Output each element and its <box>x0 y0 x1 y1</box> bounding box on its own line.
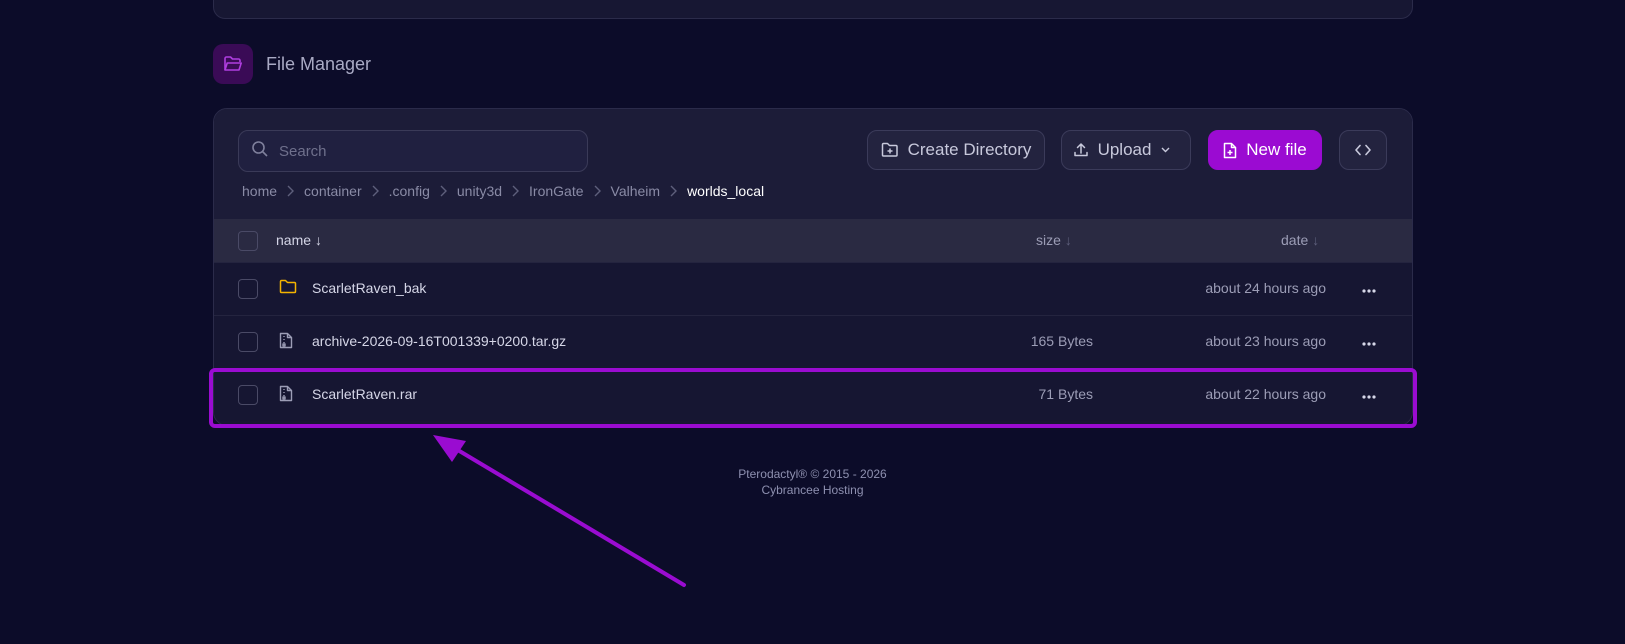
new-file-label: New file <box>1246 140 1307 159</box>
file-manager-panel: Create Directory Upload New file <box>213 108 1413 426</box>
toolbar: Create Directory Upload New file <box>214 109 1412 219</box>
footer-copyright[interactable]: Pterodactyl® © 2015 - 2026 <box>0 466 1625 482</box>
new-file-button[interactable]: New file <box>1208 130 1322 170</box>
folder-open-icon <box>213 44 253 84</box>
upload-button[interactable]: Upload <box>1061 130 1191 170</box>
file-size: 71 Bytes <box>1038 386 1093 402</box>
code-view-button[interactable] <box>1339 130 1387 170</box>
more-options-icon[interactable] <box>1362 386 1376 402</box>
select-all-checkbox[interactable] <box>238 231 258 251</box>
file-size: 165 Bytes <box>1030 333 1093 349</box>
table-row[interactable]: ScarletRaven.rar 71 Bytes about 22 hours… <box>214 368 1412 421</box>
chevron-down-icon <box>1161 147 1179 153</box>
chevron-right-icon <box>512 185 520 197</box>
folder-icon <box>279 279 297 297</box>
breadcrumb-item-home[interactable]: home <box>242 183 277 199</box>
more-options-icon[interactable] <box>1362 333 1376 349</box>
table-header: name ↓ size ↓ date ↓ <box>214 219 1412 262</box>
column-size-header[interactable]: size ↓ <box>1036 232 1072 248</box>
column-name-label: name <box>276 232 312 248</box>
section-header: File Manager <box>213 44 371 84</box>
file-name[interactable]: archive-2026-09-16T001339+0200.tar.gz <box>312 333 566 349</box>
breadcrumb: home container .config unity3d IronGate … <box>242 183 764 199</box>
breadcrumb-item-container[interactable]: container <box>304 183 362 199</box>
file-name[interactable]: ScarletRaven_bak <box>312 280 426 296</box>
folder-plus-icon <box>881 142 908 158</box>
search-input[interactable] <box>279 142 559 160</box>
breadcrumb-item-irongate[interactable]: IronGate <box>529 183 583 199</box>
create-directory-label: Create Directory <box>907 140 1032 159</box>
table-row[interactable]: archive-2026-09-16T001339+0200.tar.gz 16… <box>214 315 1412 368</box>
file-name[interactable]: ScarletRaven.rar <box>312 386 417 402</box>
file-date: about 24 hours ago <box>1205 280 1326 296</box>
chevron-right-icon <box>287 185 295 197</box>
search-icon <box>251 140 269 163</box>
column-date-header[interactable]: date ↓ <box>1281 232 1319 248</box>
archive-file-icon <box>279 332 293 352</box>
column-name-header[interactable]: name ↓ <box>276 232 322 248</box>
sort-arrow-down-icon: ↓ <box>1312 232 1320 248</box>
footer: Pterodactyl® © 2015 - 2026 Cybrancee Hos… <box>0 466 1625 498</box>
chevron-right-icon <box>372 185 379 197</box>
search-box[interactable] <box>238 130 588 172</box>
table-row[interactable]: ScarletRaven_bak about 24 hours ago <box>214 262 1412 315</box>
previous-card <box>213 0 1413 19</box>
row-checkbox[interactable] <box>238 279 258 299</box>
column-date-label: date <box>1281 232 1309 248</box>
sort-arrow-down-icon: ↓ <box>315 232 323 248</box>
row-checkbox[interactable] <box>238 332 258 352</box>
archive-file-icon <box>279 385 293 405</box>
row-checkbox[interactable] <box>238 385 258 405</box>
breadcrumb-current: worlds_local <box>687 183 765 199</box>
upload-label: Upload <box>1097 140 1152 159</box>
footer-hosting[interactable]: Cybrancee Hosting <box>0 482 1625 498</box>
section-title: File Manager <box>266 53 372 74</box>
chevron-right-icon <box>440 185 447 197</box>
file-plus-icon <box>1223 142 1246 159</box>
file-date: about 22 hours ago <box>1205 386 1326 402</box>
chevron-right-icon <box>670 185 678 197</box>
file-date: about 23 hours ago <box>1205 333 1326 349</box>
breadcrumb-item-config[interactable]: .config <box>389 183 430 199</box>
breadcrumb-item-valheim[interactable]: Valheim <box>611 183 661 199</box>
upload-icon <box>1073 142 1098 158</box>
breadcrumb-item-unity3d[interactable]: unity3d <box>457 183 502 199</box>
more-options-icon[interactable] <box>1362 280 1376 296</box>
create-directory-button[interactable]: Create Directory <box>867 130 1045 170</box>
code-icon <box>1355 144 1371 156</box>
column-size-label: size <box>1036 232 1061 248</box>
sort-arrow-down-icon: ↓ <box>1064 232 1072 248</box>
chevron-right-icon <box>594 185 601 197</box>
